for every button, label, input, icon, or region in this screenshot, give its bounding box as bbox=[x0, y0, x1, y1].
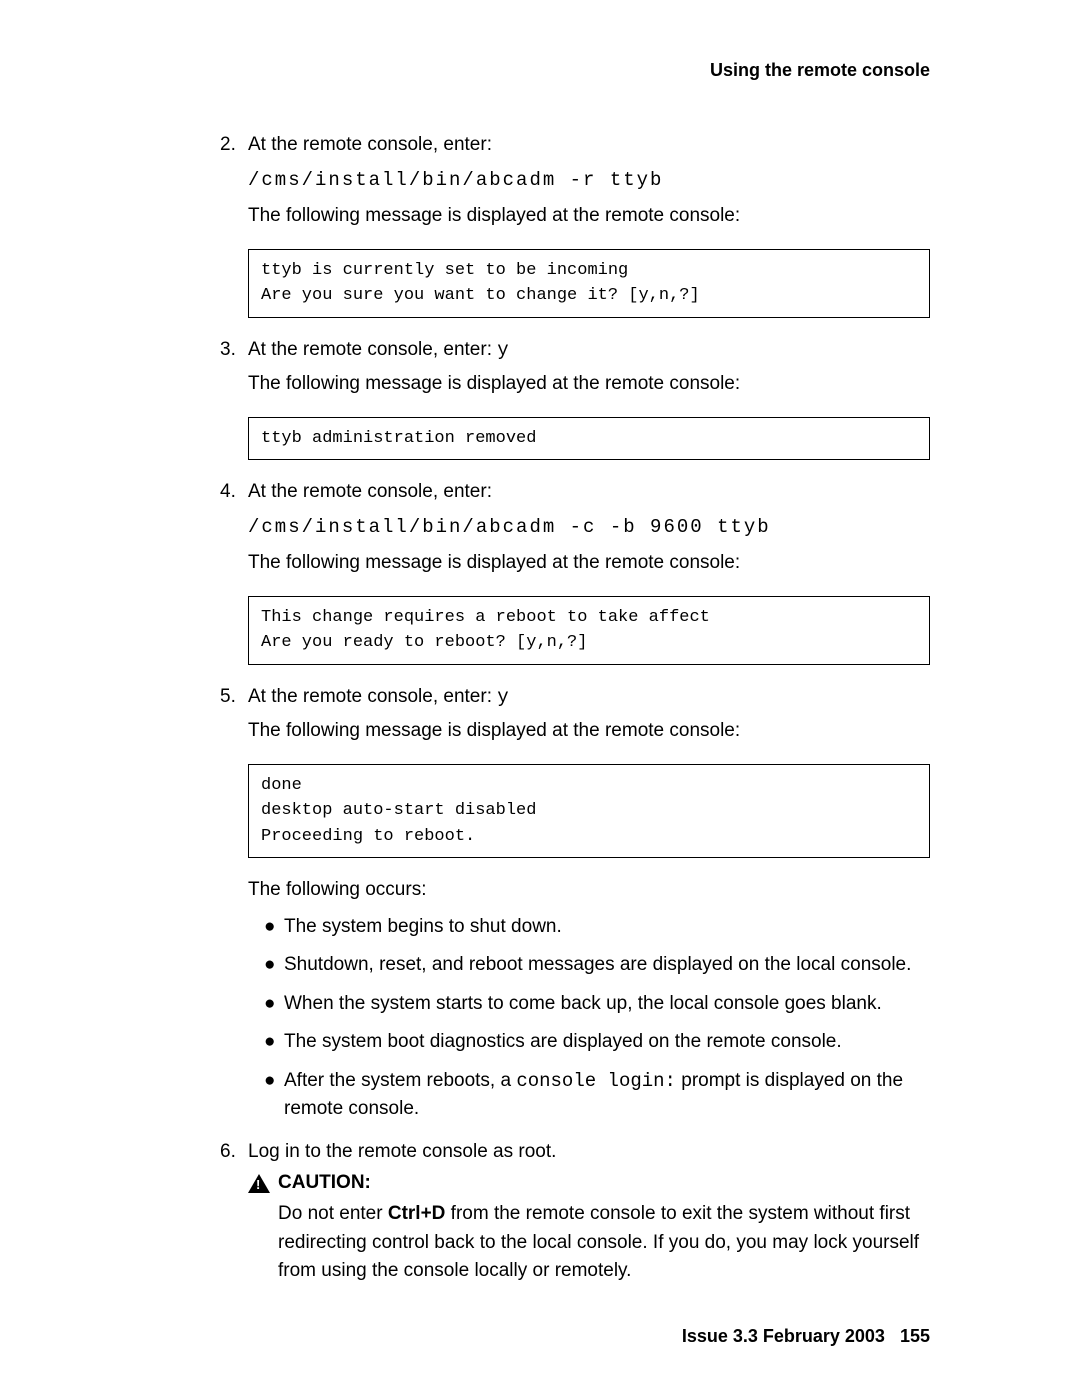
step-text: At the remote console, enter: bbox=[248, 478, 930, 507]
step-text: At the remote console, enter: y bbox=[248, 683, 930, 712]
code-output: done desktop auto-start disabled Proceed… bbox=[248, 764, 930, 859]
step-3: 3. At the remote console, enter: y The f… bbox=[220, 336, 930, 461]
step-2: 2. At the remote console, enter: /cms/in… bbox=[220, 131, 930, 318]
command: /cms/install/bin/abcadm -r ttyb bbox=[248, 166, 930, 195]
key-combo: Ctrl+D bbox=[388, 1203, 446, 1224]
bullet-text: The system boot diagnostics are displaye… bbox=[284, 1028, 930, 1057]
bullet-icon: ● bbox=[264, 951, 284, 980]
code-output: ttyb is currently set to be incoming Are… bbox=[248, 249, 930, 318]
page-footer: Issue 3.3 February 2003 155 bbox=[682, 1326, 930, 1347]
caution-label: CAUTION: bbox=[278, 1172, 371, 1194]
follow-text: The following occurs: bbox=[248, 876, 930, 905]
step-6: 6. Log in to the remote console as root.… bbox=[220, 1138, 930, 1286]
step-number: 4. bbox=[220, 478, 248, 507]
caution-text: Do not enter Ctrl+D from the remote cons… bbox=[278, 1200, 930, 1286]
bullet-icon: ● bbox=[264, 990, 284, 1019]
step-number: 3. bbox=[220, 336, 248, 365]
step-number: 2. bbox=[220, 131, 248, 160]
step-4: 4. At the remote console, enter: /cms/in… bbox=[220, 478, 930, 665]
step-message: The following message is displayed at th… bbox=[248, 202, 930, 231]
bullet-icon: ● bbox=[264, 913, 284, 942]
step-number: 6. bbox=[220, 1138, 248, 1167]
step-message: The following message is displayed at th… bbox=[248, 370, 930, 399]
document-page: Using the remote console 2. At the remot… bbox=[0, 0, 1080, 1356]
bullet-icon: ● bbox=[264, 1028, 284, 1057]
step-text: At the remote console, enter: y bbox=[248, 336, 930, 365]
warning-icon bbox=[248, 1174, 270, 1193]
caution-block: CAUTION: Do not enter Ctrl+D from the re… bbox=[248, 1172, 930, 1286]
bullet-text: After the system reboots, a console logi… bbox=[284, 1067, 930, 1124]
bullet-text: When the system starts to come back up, … bbox=[284, 990, 930, 1019]
inline-code: console login: bbox=[516, 1070, 676, 1092]
header-title: Using the remote console bbox=[710, 60, 930, 80]
step-prefix: At the remote console, enter: bbox=[248, 339, 497, 360]
bullet-list: ●The system begins to shut down. ●Shutdo… bbox=[264, 913, 930, 1124]
step-text: Log in to the remote console as root. bbox=[248, 1138, 930, 1167]
step-prefix: At the remote console, enter: bbox=[248, 686, 497, 707]
issue-info: Issue 3.3 February 2003 bbox=[682, 1326, 885, 1346]
step-number: 5. bbox=[220, 683, 248, 712]
bullet-text: The system begins to shut down. bbox=[284, 913, 930, 942]
step-text: At the remote console, enter: bbox=[248, 131, 930, 160]
page-header: Using the remote console bbox=[220, 60, 930, 81]
code-output: ttyb administration removed bbox=[248, 417, 930, 461]
code-output: This change requires a reboot to take af… bbox=[248, 596, 930, 665]
inline-command: y bbox=[497, 339, 508, 361]
step-5: 5. At the remote console, enter: y The f… bbox=[220, 683, 930, 1124]
page-number: 155 bbox=[900, 1326, 930, 1346]
step-message: The following message is displayed at th… bbox=[248, 549, 930, 578]
bullet-icon: ● bbox=[264, 1067, 284, 1124]
inline-command: y bbox=[497, 686, 508, 708]
command: /cms/install/bin/abcadm -c -b 9600 ttyb bbox=[248, 513, 930, 542]
step-message: The following message is displayed at th… bbox=[248, 717, 930, 746]
bullet-text: Shutdown, reset, and reboot messages are… bbox=[284, 951, 930, 980]
